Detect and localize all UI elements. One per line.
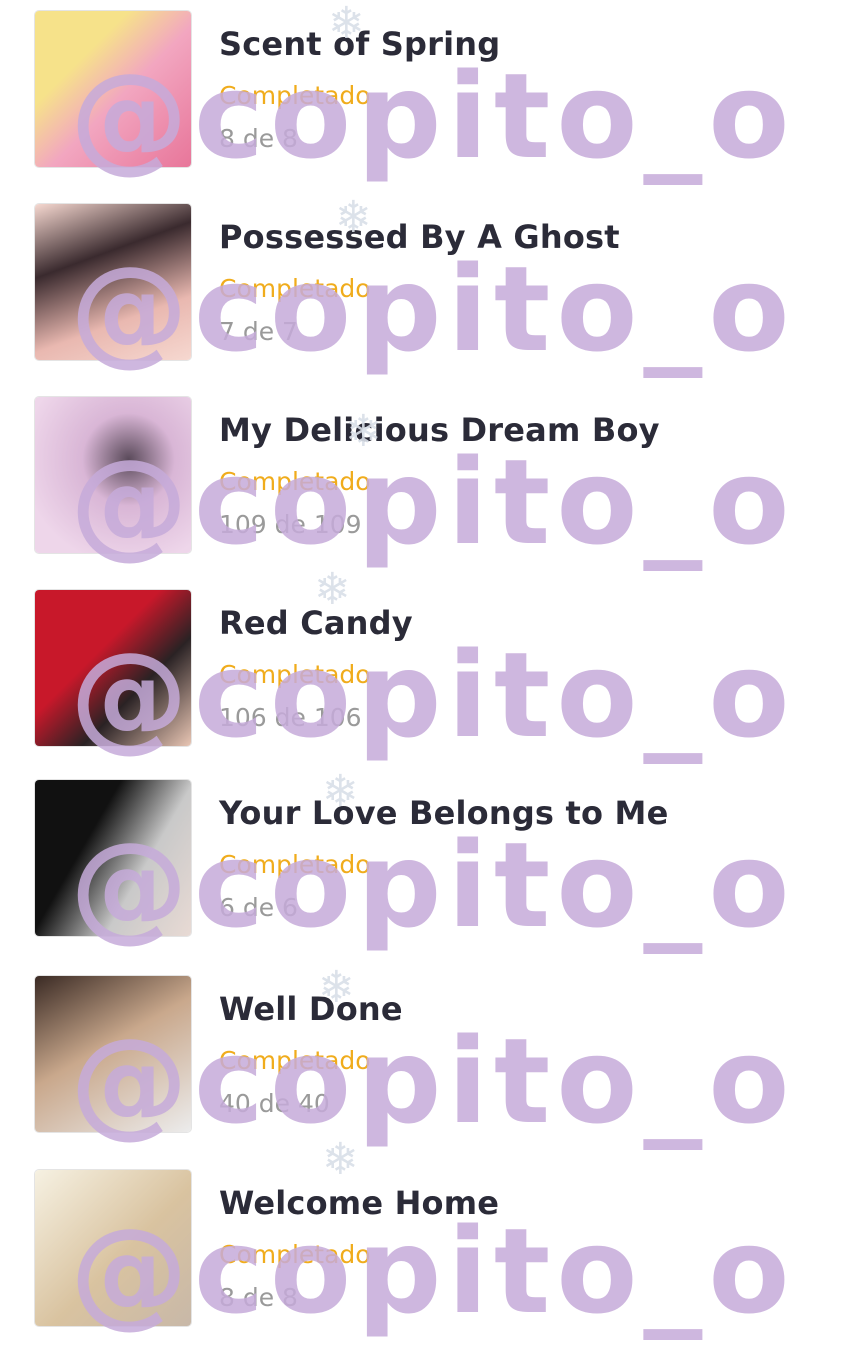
series-title[interactable]: Possessed By A Ghost (219, 218, 620, 256)
cover-image[interactable] (35, 780, 191, 936)
cover-image[interactable] (35, 397, 191, 553)
list-item[interactable]: Possessed By A Ghost Completado 7 de 7 (0, 204, 859, 374)
chapter-count: 6 de 6 (219, 893, 298, 922)
chapter-count: 8 de 8 (219, 1283, 298, 1312)
list-item[interactable]: Welcome Home Completado 8 de 8 (0, 1170, 859, 1340)
series-title[interactable]: Your Love Belongs to Me (219, 794, 669, 832)
snowflake-icon: ❄ (322, 766, 359, 817)
status-label: Completado (219, 274, 371, 303)
snowflake-icon: ❄ (328, 0, 365, 49)
list-item[interactable]: Well Done Completado 40 de 40 (0, 976, 859, 1146)
cover-image[interactable] (35, 976, 191, 1132)
chapter-count: 109 de 109 (219, 510, 362, 539)
status-label: Completado (219, 467, 371, 496)
list-item[interactable]: Your Love Belongs to Me Completado 6 de … (0, 780, 859, 950)
list-item[interactable]: My Delicious Dream Boy Completado 109 de… (0, 397, 859, 567)
chapter-count: 8 de 8 (219, 124, 298, 153)
snowflake-icon: ❄ (345, 406, 382, 457)
list-item[interactable]: Red Candy Completado 106 de 106 (0, 590, 859, 760)
cover-image[interactable] (35, 1170, 191, 1326)
series-title[interactable]: Well Done (219, 990, 403, 1028)
snowflake-icon: ❄ (322, 1134, 359, 1185)
snowflake-icon: ❄ (314, 564, 351, 615)
snowflake-icon: ❄ (335, 192, 372, 243)
status-label: Completado (219, 81, 371, 110)
status-label: Completado (219, 1240, 371, 1269)
status-label: Completado (219, 850, 371, 879)
chapter-count: 7 de 7 (219, 317, 298, 346)
cover-image[interactable] (35, 11, 191, 167)
status-label: Completado (219, 1046, 371, 1075)
snowflake-icon: ❄ (318, 962, 355, 1013)
chapter-count: 106 de 106 (219, 703, 362, 732)
series-title[interactable]: My Delicious Dream Boy (219, 411, 660, 449)
series-title[interactable]: Welcome Home (219, 1184, 499, 1222)
list-item[interactable]: Scent of Spring Completado 8 de 8 (0, 11, 859, 181)
chapter-count: 40 de 40 (219, 1089, 330, 1118)
cover-image[interactable] (35, 590, 191, 746)
status-label: Completado (219, 660, 371, 689)
cover-image[interactable] (35, 204, 191, 360)
